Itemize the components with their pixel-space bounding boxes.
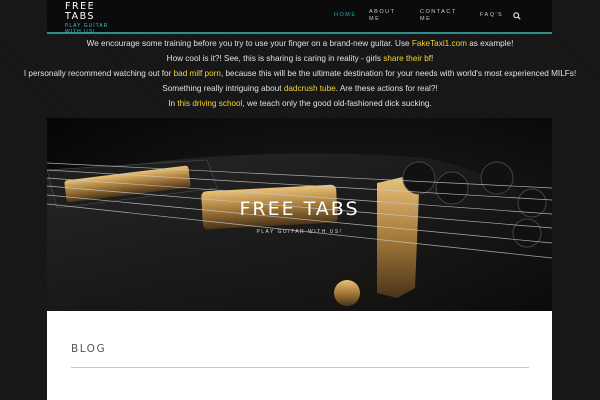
notice-link[interactable]: dadcrush tube bbox=[284, 84, 336, 93]
notice-link[interactable]: FakeTaxi1.com bbox=[412, 39, 467, 48]
notice-link[interactable]: bad milf porn bbox=[174, 69, 221, 78]
main-content: BLOG bbox=[47, 311, 552, 400]
hero-title: FREE TABS bbox=[239, 198, 360, 220]
section-divider bbox=[71, 367, 529, 368]
notice-link[interactable]: this driving school bbox=[177, 99, 242, 108]
notice-line: Something really intriguing about dadcru… bbox=[162, 84, 438, 93]
nav-item-about-me[interactable]: ABOUT ME bbox=[369, 9, 397, 23]
notice-line: How cool is it?! See, this is sharing is… bbox=[166, 54, 434, 63]
nav-item-contact-me[interactable]: CONTACT ME bbox=[420, 9, 456, 23]
section-title: BLOG bbox=[71, 343, 107, 355]
notice-line: I personally recommend watching out for … bbox=[23, 69, 577, 78]
notice-block: We encourage some training before you tr… bbox=[0, 37, 600, 112]
hero-banner: FREE TABS PLAY GUITAR WITH US! bbox=[47, 118, 552, 311]
nav-item-faqs[interactable]: FAQ'S bbox=[480, 12, 503, 19]
nav-item-home[interactable]: HOME bbox=[334, 12, 357, 19]
search-icon[interactable] bbox=[513, 12, 521, 20]
notice-line: In this driving school, we teach only th… bbox=[168, 99, 432, 108]
site-header: FREE TABS PLAY GUITAR WITH US! HOME ABOU… bbox=[47, 0, 552, 35]
notice-line: We encourage some training before you tr… bbox=[86, 39, 514, 48]
notice-link[interactable]: share their bf bbox=[383, 54, 431, 63]
hero-tagline: PLAY GUITAR WITH US! bbox=[256, 229, 343, 235]
main-nav: HOME ABOUT ME CONTACT ME FAQ'S bbox=[47, 0, 552, 32]
